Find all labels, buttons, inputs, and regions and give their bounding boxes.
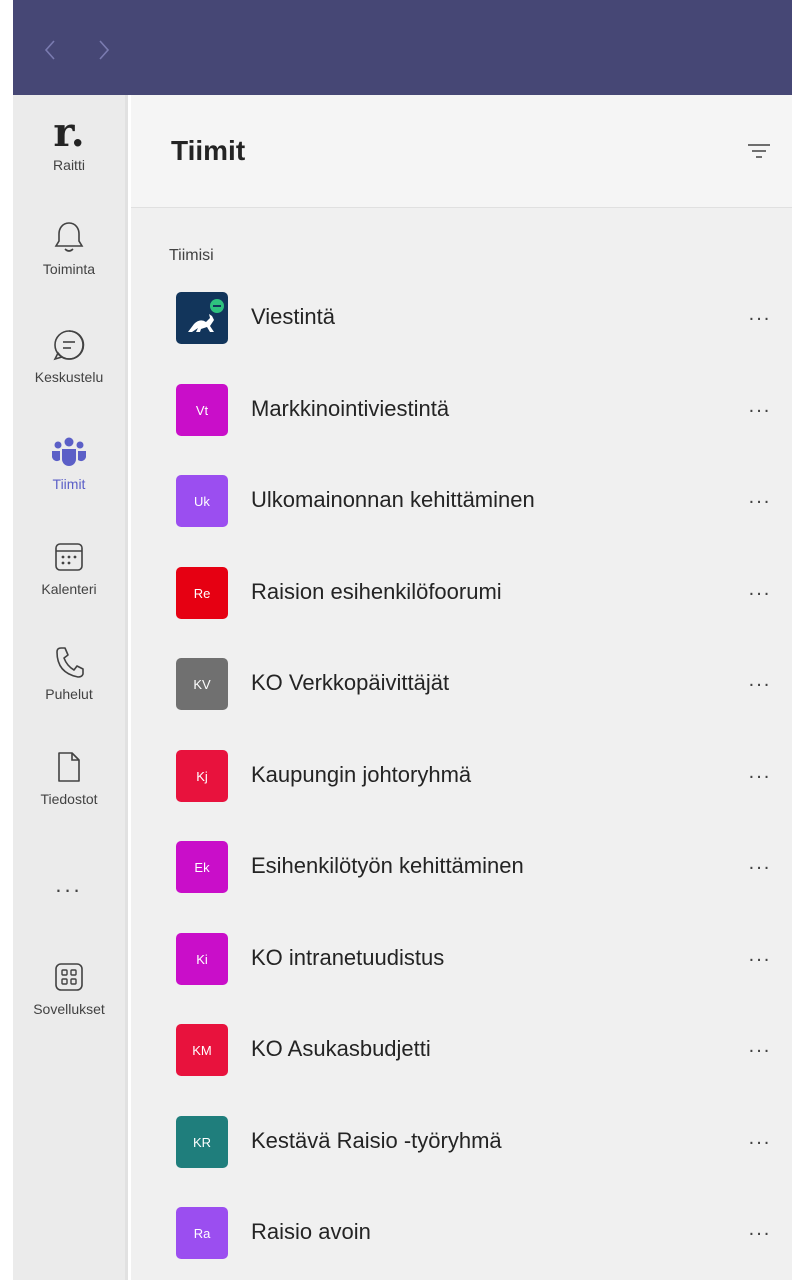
teams-panel: Tiimit Tiimisi Viestintä... Vt Markkinoint… (131, 95, 792, 1280)
team-name: Kestävä Raisio -työryhmä (251, 1128, 502, 1153)
team-avatar: Ra (176, 1207, 228, 1259)
rail-item-label: Kalenteri (41, 581, 97, 597)
team-row[interactable]: Vt Markkinointiviestintä... (131, 384, 792, 460)
bell-icon (49, 217, 89, 257)
title-bar (13, 0, 792, 95)
team-avatar: Ki (176, 933, 228, 985)
team-avatar: Re (176, 567, 228, 619)
rail-item-kalenteri[interactable]: Kalenteri (13, 537, 125, 597)
team-row[interactable]: Viestintä... (131, 292, 792, 368)
rail-item-keskustelu[interactable]: Keskustelu (13, 325, 125, 385)
rail-item-toiminta[interactable]: Toiminta (13, 217, 125, 277)
more-options-button[interactable]: ... (745, 1128, 775, 1154)
page-title: Tiimit (171, 135, 246, 166)
rail-item-tiimit[interactable]: Tiimit (13, 432, 125, 492)
rail-item-tiedostot[interactable]: Tiedostot (13, 747, 125, 807)
rail-item-sovellukset[interactable]: Sovellukset (13, 957, 125, 1017)
apps-grid-icon (49, 957, 89, 997)
rail-item-raitti[interactable]: r. Raitti (13, 109, 125, 174)
team-name: Markkinointiviestintä (251, 396, 450, 421)
teams-icon (49, 432, 89, 472)
team-row[interactable]: Ek Esihenkilötyön kehittäminen... (131, 841, 792, 917)
panel-header: Tiimit (131, 95, 792, 208)
rail-item-label: Toiminta (42, 261, 96, 277)
more-options-button[interactable]: ... (745, 945, 775, 971)
more-icon: ... (55, 872, 83, 897)
raitti-logo-icon: r. (53, 109, 85, 156)
team-name: KO Verkkopäivittäjät (251, 670, 450, 695)
more-options-button[interactable]: ... (745, 1036, 775, 1062)
rail-item-label: Sovellukset (33, 1001, 105, 1017)
team-row[interactable]: KM KO Asukasbudjetti... (131, 1024, 792, 1100)
calendar-icon (49, 537, 89, 577)
more-options-button[interactable]: ... (745, 1219, 775, 1245)
team-name: Kaupungin johtoryhmä (251, 762, 472, 787)
team-avatar: KM (176, 1024, 228, 1076)
app-rail: r. Raitti Toiminta Keskustelu Tiimit Kal… (13, 95, 128, 1280)
team-avatar: Uk (176, 475, 228, 527)
filter-button[interactable] (746, 140, 772, 162)
rail-item-label: Tiimit (52, 476, 86, 492)
team-row[interactable]: Kj Kaupungin johtoryhmä... (131, 750, 792, 826)
rail-item-label: Puhelut (45, 686, 93, 702)
team-row[interactable]: Uk Ulkomainonnan kehittäminen... (131, 475, 792, 551)
team-name: Raisio avoin (251, 1219, 371, 1244)
team-row[interactable]: Ki KO intranetuudistus... (131, 933, 792, 1009)
chat-icon (49, 325, 89, 365)
team-name: Raision esihenkilöfoorumi (251, 579, 502, 604)
more-options-button[interactable]: ... (745, 579, 775, 605)
filter-icon (748, 144, 770, 158)
back-button[interactable] (39, 35, 61, 65)
team-name: Ulkomainonnan kehittäminen (251, 487, 535, 512)
forward-button[interactable] (93, 35, 115, 65)
phone-icon (49, 642, 89, 682)
section-title: Tiimisi (169, 247, 214, 264)
more-options-button[interactable]: ... (745, 487, 775, 513)
more-options-button[interactable]: ... (745, 853, 775, 879)
team-avatar (176, 292, 228, 344)
rail-item-label: Keskustelu (34, 369, 104, 385)
team-avatar: KV (176, 658, 228, 710)
team-name: Esihenkilötyön kehittäminen (251, 853, 524, 878)
team-row[interactable]: KR Kestävä Raisio -työryhmä... (131, 1116, 792, 1192)
team-row[interactable]: KV KO Verkkopäivittäjät... (131, 658, 792, 734)
rail-item-label: Tiedostot (40, 791, 98, 807)
more-options-button[interactable]: ... (745, 396, 775, 422)
rail-item-puhelut[interactable]: Puhelut (13, 642, 125, 702)
file-icon (49, 747, 89, 787)
team-name: KO intranetuudistus (251, 945, 445, 970)
more-options-button[interactable]: ... (745, 670, 775, 696)
team-avatar: Kj (176, 750, 228, 802)
more-options-button[interactable]: ... (745, 762, 775, 788)
more-options-button[interactable]: ... (745, 304, 775, 330)
more-apps-button[interactable]: ... (13, 872, 125, 897)
team-avatar: KR (176, 1116, 228, 1168)
team-avatar: Vt (176, 384, 228, 436)
rail-item-label: Raitti (53, 157, 85, 173)
team-row[interactable]: Re Raision esihenkilöfoorumi... (131, 567, 792, 643)
chevron-right-icon (99, 40, 110, 60)
chevron-left-icon (44, 40, 55, 60)
team-name: KO Asukasbudjetti (251, 1036, 431, 1061)
team-name: Viestintä (251, 304, 335, 329)
hare-logo-icon (188, 299, 224, 332)
team-row[interactable]: Ra Raisio avoin... (131, 1207, 792, 1280)
team-avatar: Ek (176, 841, 228, 893)
